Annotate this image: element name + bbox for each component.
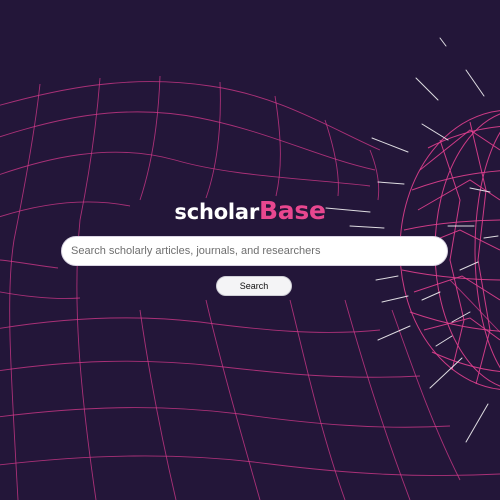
search-button[interactable]: Search <box>216 276 292 296</box>
search-bar <box>61 236 448 266</box>
search-input[interactable] <box>71 237 436 265</box>
site-logo[interactable]: scholarBase <box>0 193 500 229</box>
logo-text-base: Base <box>259 196 326 225</box>
logo-text-scholar: scholar <box>174 200 260 224</box>
page: scholarBase Search <box>0 0 500 500</box>
